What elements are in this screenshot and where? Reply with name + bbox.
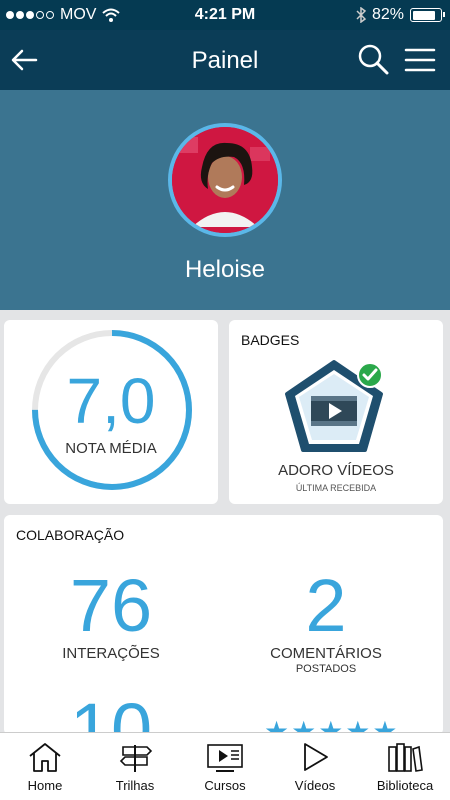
avatar[interactable] (168, 123, 282, 237)
play-icon (304, 743, 328, 771)
nav-videos[interactable]: Vídeos (270, 733, 360, 800)
courses-icon (207, 744, 243, 772)
nav-trilhas[interactable]: Trilhas (90, 733, 180, 800)
nav-trilhas-label: Trilhas (115, 778, 155, 793)
battery-percent: 82% (371, 6, 404, 23)
badges-card[interactable]: BADGES ADORO VÍDEOS ÚLTIMA RECEBIDA (229, 320, 443, 504)
signpost-icon (119, 745, 153, 772)
nav-home[interactable]: Home (0, 733, 90, 800)
check-icon (357, 362, 383, 388)
interactions-count: 76 (69, 564, 153, 647)
average-score-card[interactable]: 7,0 NOTA MÉDIA (4, 320, 218, 504)
badges-title: BADGES (241, 332, 300, 348)
battery-icon (410, 8, 445, 22)
comments-sublabel: POSTADOS (295, 663, 357, 675)
nav-videos-label: Vídeos (294, 778, 336, 793)
user-name: Heloise (184, 256, 266, 283)
home-icon (29, 743, 61, 772)
profile-header: Heloise (0, 90, 450, 310)
status-bar: MOV 4:21 PM 82% (0, 0, 450, 30)
nav-home-label: Home (27, 778, 63, 793)
badge-name: ADORO VÍDEOS (278, 462, 394, 479)
nav-cursos[interactable]: Cursos (180, 733, 270, 800)
status-right: 82% (356, 6, 445, 24)
bottom-nav: Home Trilhas Cursos Vídeos Biblioteca (0, 732, 450, 800)
third-stat-count: 10 (69, 688, 153, 735)
bluetooth-icon (356, 7, 366, 23)
badge-subtitle: ÚLTIMA RECEBIDA (295, 483, 377, 493)
menu-icon[interactable] (404, 44, 436, 76)
interactions-label: INTERAÇÕES (62, 645, 160, 662)
collaboration-card: COLABORAÇÃO 76 INTERAÇÕES 2 COMENTÁRIOS … (4, 515, 443, 735)
search-icon[interactable] (356, 42, 390, 76)
app-bar: Painel (0, 30, 450, 90)
nav-biblioteca-label: Biblioteca (376, 778, 434, 793)
comments-count: 2 (305, 564, 347, 647)
comments-label: COMENTÁRIOS (270, 645, 382, 662)
avatar-photo (172, 127, 278, 233)
nav-biblioteca[interactable]: Biblioteca (360, 733, 450, 800)
score-label: NOTA MÉDIA (65, 440, 157, 457)
nav-cursos-label: Cursos (204, 778, 246, 793)
score-value: 7,0 (66, 365, 156, 437)
library-icon (388, 743, 423, 772)
collaboration-title: COLABORAÇÃO (16, 527, 125, 543)
